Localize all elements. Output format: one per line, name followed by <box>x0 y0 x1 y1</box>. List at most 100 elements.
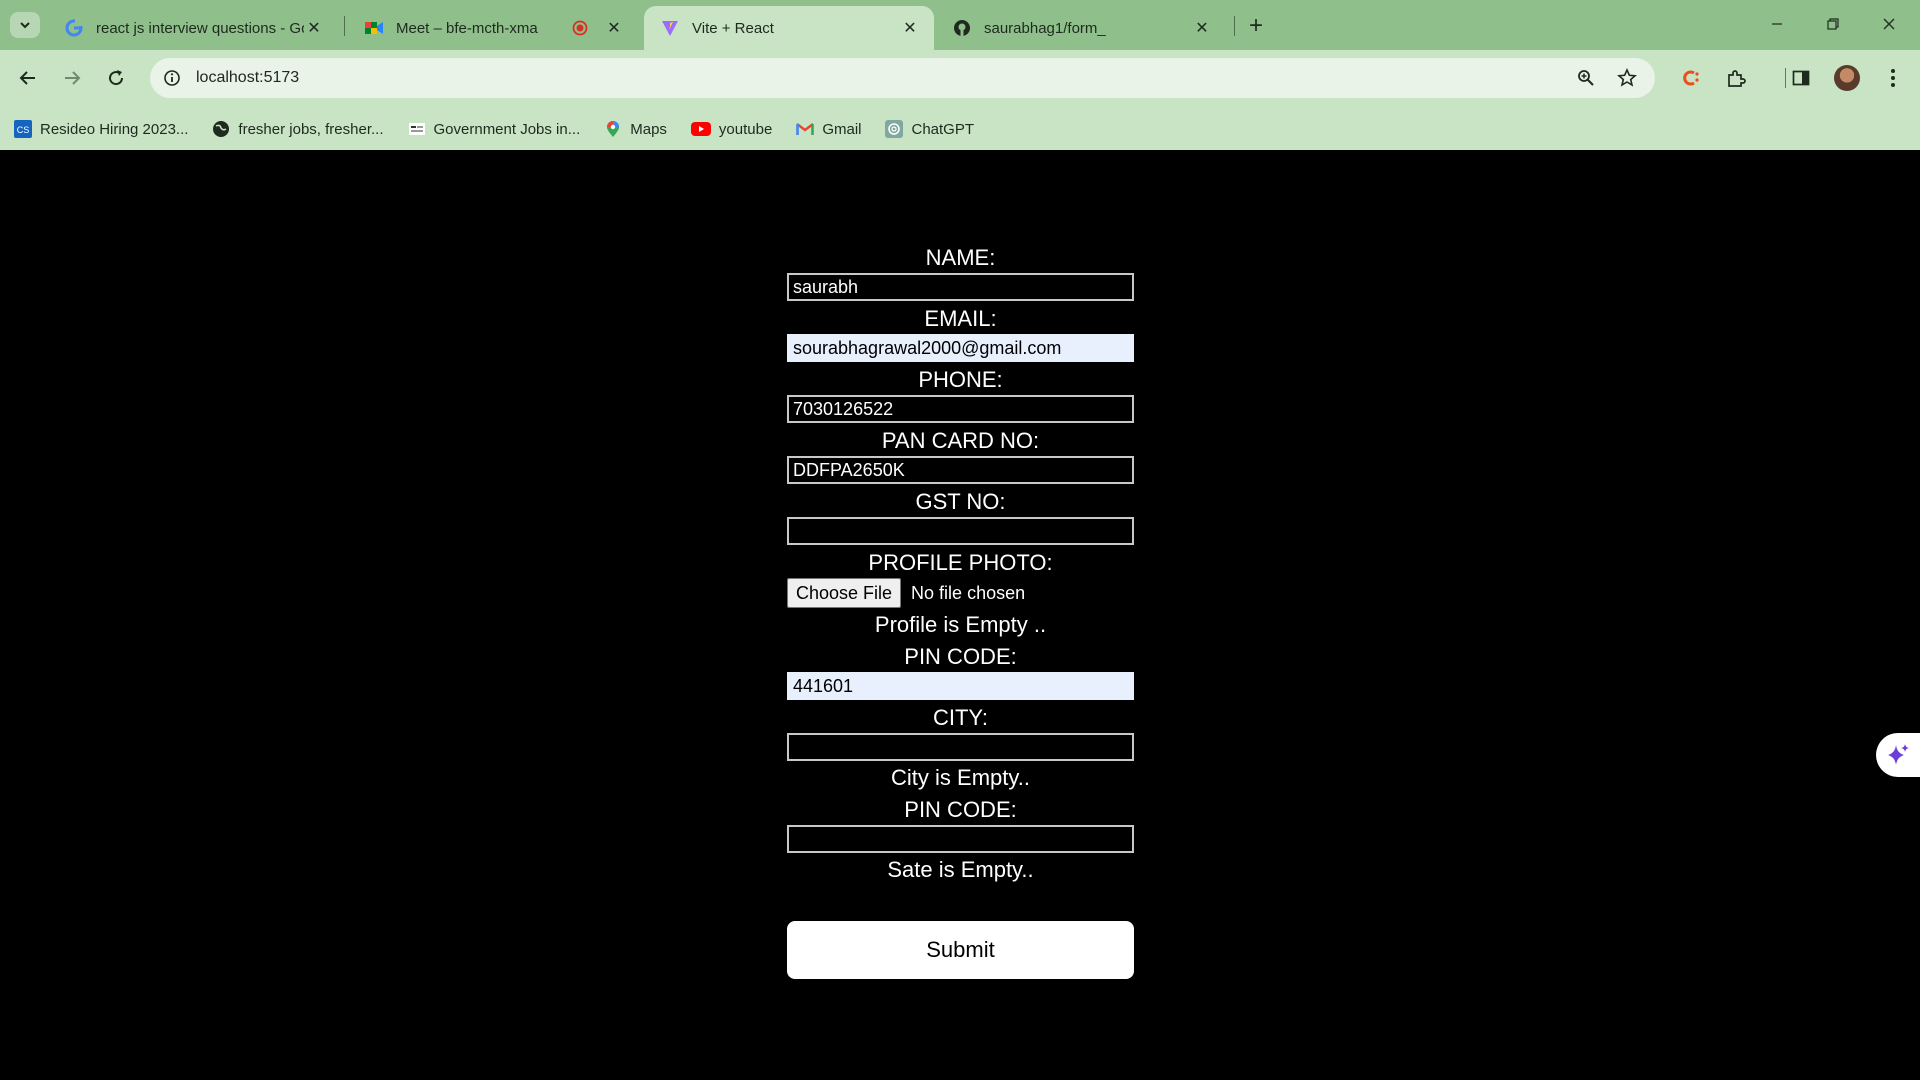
google-icon <box>64 18 84 38</box>
close-icon[interactable]: ✕ <box>1192 18 1212 38</box>
registration-form: NAME: EMAIL: PHONE: PAN CARD NO: GST NO:… <box>787 243 1134 979</box>
city-error-message: City is Empty.. <box>891 765 1030 790</box>
tab-search-button[interactable] <box>10 12 40 38</box>
side-panel-button[interactable] <box>1783 60 1819 96</box>
youtube-icon <box>690 120 711 138</box>
email-label: EMAIL: <box>924 306 997 331</box>
maps-icon <box>604 120 622 138</box>
pan-card-label: PAN CARD NO: <box>881 428 1040 453</box>
bookmark-label: ChatGPT <box>911 120 975 138</box>
pan-card-input[interactable] <box>787 456 1134 484</box>
zoom-button[interactable] <box>1568 60 1604 96</box>
profile-photo-label: PROFILE PHOTO: <box>868 550 1053 575</box>
email-input[interactable] <box>787 334 1134 362</box>
bookmark-fresher-jobs[interactable]: fresher jobs, fresher... <box>212 120 384 138</box>
phone-input[interactable] <box>787 395 1134 423</box>
tab-divider <box>1234 16 1235 36</box>
recording-icon <box>570 18 590 38</box>
restore-button[interactable] <box>1810 6 1856 42</box>
url-text[interactable]: localhost:5173 <box>196 69 299 87</box>
state-error-message: Sate is Empty.. <box>887 857 1034 882</box>
info-icon[interactable] <box>162 68 182 88</box>
puzzle-icon <box>1728 70 1746 87</box>
gst-input[interactable] <box>787 517 1134 545</box>
gmail-icon <box>796 120 815 138</box>
bookmark-government-jobs[interactable]: Government Jobs in... <box>408 120 581 138</box>
minimize-button[interactable] <box>1754 6 1800 42</box>
profile-button[interactable] <box>1829 60 1865 96</box>
menu-button[interactable] <box>1875 60 1911 96</box>
govt-icon <box>408 120 426 138</box>
profile-error-message: Profile is Empty .. <box>874 612 1047 637</box>
bookmark-label: Maps <box>630 120 667 138</box>
choose-file-button[interactable]: Choose File <box>787 578 902 608</box>
close-icon <box>1883 18 1895 30</box>
address-bar[interactable]: localhost:5173 <box>150 58 1655 98</box>
cs-icon: CS <box>14 120 32 138</box>
github-icon <box>952 18 972 38</box>
sparkle-icon <box>1888 744 1909 765</box>
tab-title: Meet – bfe-mcth-xma <box>396 19 538 37</box>
tab-vite-react[interactable]: Vite + React ✕ <box>644 6 934 50</box>
pin-code-input[interactable] <box>787 672 1134 700</box>
tab-strip: react js interview questions - Go ✕ Meet… <box>0 0 1920 50</box>
bookmark-gmail[interactable]: Gmail <box>796 120 861 138</box>
city-input[interactable] <box>787 733 1134 761</box>
tab-title: react js interview questions - Go <box>96 19 304 37</box>
reload-button[interactable] <box>98 60 134 96</box>
bookmark-label: Resideo Hiring 2023... <box>40 120 189 138</box>
tab-google[interactable]: react js interview questions - Go ✕ <box>48 6 338 50</box>
bookmark-youtube[interactable]: youtube <box>690 120 773 138</box>
bookmark-label: fresher jobs, fresher... <box>238 120 384 138</box>
extensions-button[interactable] <box>1718 60 1754 96</box>
tab-divider <box>344 16 345 36</box>
tab-title: Vite + React <box>692 19 774 37</box>
restore-icon <box>1827 18 1839 30</box>
bookmark-resideo[interactable]: CS Resideo Hiring 2023... <box>14 120 188 138</box>
file-status-text: No file chosen <box>911 582 1026 603</box>
close-icon[interactable]: ✕ <box>900 18 920 38</box>
vite-icon <box>660 18 680 38</box>
new-tab-button[interactable]: + <box>1242 12 1270 40</box>
state-pin-code-label: PIN CODE: <box>904 797 1017 822</box>
bookmark-label: Government Jobs in... <box>433 120 581 138</box>
avatar <box>1834 65 1860 91</box>
close-icon[interactable]: ✕ <box>604 18 624 38</box>
arrow-left-icon <box>19 71 35 85</box>
arrow-right-icon <box>65 71 81 85</box>
tab-meet[interactable]: Meet – bfe-mcth-xma ✕ <box>348 6 638 50</box>
tab-github[interactable]: saurabhag1/form_ ✕ <box>936 6 1226 50</box>
bookmark-label: youtube <box>718 120 773 138</box>
back-button[interactable] <box>10 60 46 96</box>
extension-c-icon <box>1683 70 1699 86</box>
gst-label: GST NO: <box>915 489 1006 514</box>
reload-icon <box>109 70 124 86</box>
close-icon[interactable]: ✕ <box>304 18 324 38</box>
page-content: NAME: EMAIL: PHONE: PAN CARD NO: GST NO:… <box>0 150 1920 1080</box>
phone-label: PHONE: <box>918 367 1003 392</box>
meet-icon <box>364 18 384 38</box>
side-panel-icon <box>1792 70 1810 86</box>
browser-toolbar: localhost:5173 <box>0 50 1920 108</box>
star-icon <box>1617 68 1637 87</box>
city-label: CITY: <box>932 705 988 730</box>
bookmark-maps[interactable]: Maps <box>604 120 667 138</box>
bookmarks-bar: CS Resideo Hiring 2023... fresher jobs, … <box>0 108 1920 150</box>
name-input[interactable] <box>787 273 1134 301</box>
submit-button[interactable]: Submit <box>787 921 1134 979</box>
ai-assistant-button[interactable] <box>1876 733 1920 777</box>
state-input[interactable] <box>787 825 1134 853</box>
browser-chrome: react js interview questions - Go ✕ Meet… <box>0 0 1920 150</box>
tab-title: saurabhag1/form_ <box>984 19 1106 37</box>
pin-code-label: PIN CODE: <box>904 644 1017 669</box>
bookmark-star-button[interactable] <box>1609 60 1645 96</box>
extension-button[interactable] <box>1673 60 1709 96</box>
name-label: NAME: <box>925 245 996 270</box>
forward-button[interactable] <box>54 60 90 96</box>
more-vert-icon <box>1891 69 1895 87</box>
svg-text:CS: CS <box>17 125 30 135</box>
close-window-button[interactable] <box>1866 6 1912 42</box>
globe-icon <box>212 120 230 138</box>
bookmark-chatgpt[interactable]: ChatGPT <box>885 120 974 138</box>
minimize-icon <box>1772 23 1782 25</box>
